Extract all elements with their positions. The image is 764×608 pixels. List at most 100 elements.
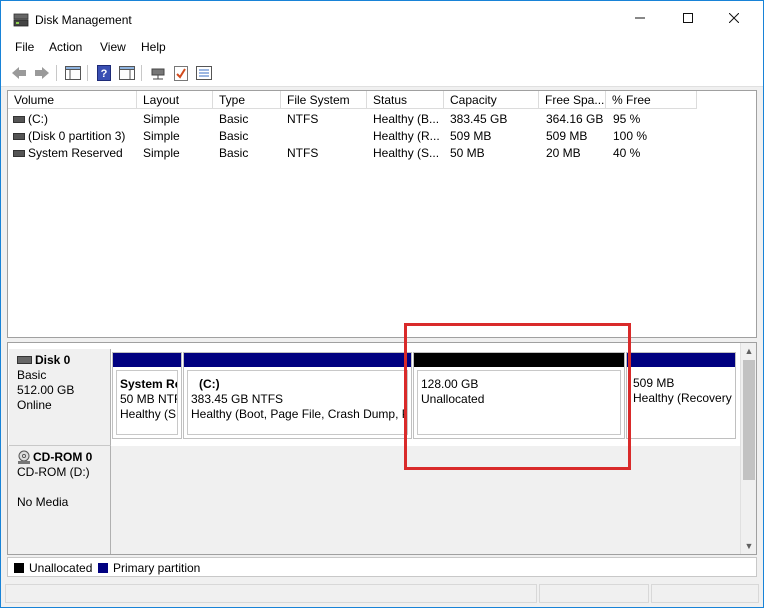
- minimize-button[interactable]: [617, 1, 663, 35]
- hard-disk-icon: [17, 356, 32, 364]
- scroll-thumb[interactable]: [743, 360, 755, 480]
- partition-details: (C:) 383.45 GB NTFS Healthy (Boot, Page …: [187, 370, 408, 435]
- maximize-icon: [683, 13, 693, 23]
- volume-percent-free: 40 %: [613, 146, 641, 160]
- volume-layout: Simple: [143, 112, 180, 126]
- check-icon: [174, 66, 188, 81]
- svg-text:?: ?: [101, 68, 108, 80]
- minimize-icon: [635, 17, 645, 19]
- disk-0-type: Basic: [17, 368, 47, 382]
- partition-type-bar: [113, 353, 181, 367]
- legend-unallocated-swatch: [14, 563, 24, 573]
- window-title: Disk Management: [35, 13, 132, 27]
- menu-help[interactable]: Help: [141, 40, 166, 54]
- partition-status: Healthy (Boot, Page File, Crash Dump, Pr: [191, 407, 408, 421]
- volume-drive-icon: [13, 116, 25, 123]
- partition-status: Healthy (S: [120, 407, 177, 421]
- legend-primary-label: Primary partition: [113, 561, 201, 575]
- menu-file[interactable]: File: [15, 40, 34, 54]
- partition-type-bar: [184, 353, 411, 367]
- check-button[interactable]: [172, 64, 190, 82]
- title-bar[interactable]: Disk Management: [1, 1, 763, 35]
- partition-status: Healthy (Recovery: [633, 391, 732, 405]
- partition-c-drive[interactable]: (C:) 383.45 GB NTFS Healthy (Boot, Page …: [183, 352, 412, 439]
- partition-recovery[interactable]: 509 MB Healthy (Recovery: [626, 352, 736, 439]
- column-header-free-space[interactable]: Free Spa...: [539, 91, 606, 109]
- partition-details: System Re 50 MB NTF Healthy (S: [116, 370, 178, 435]
- toolbar: ?: [1, 59, 763, 87]
- menu-action[interactable]: Action: [49, 40, 82, 54]
- partition-size: 50 MB NTF: [120, 392, 178, 406]
- column-header-capacity[interactable]: Capacity: [444, 91, 539, 109]
- volume-capacity: 383.45 GB: [450, 112, 508, 126]
- volume-free-space: 509 MB: [546, 129, 588, 143]
- menu-view[interactable]: View: [100, 40, 126, 54]
- disk-0-label[interactable]: Disk 0 Basic 512.00 GB Online: [9, 349, 111, 446]
- volume-drive-icon: [13, 150, 25, 157]
- connect-icon: [151, 68, 165, 80]
- status-cell: [651, 584, 759, 603]
- scroll-down-icon[interactable]: ▼: [741, 538, 757, 554]
- toolbar-separator: [56, 65, 57, 81]
- close-icon: [729, 13, 739, 23]
- help-button[interactable]: ?: [95, 64, 113, 82]
- volume-drive-icon: [13, 133, 25, 140]
- volume-row[interactable]: (Disk 0 partition 3) Simple Basic Health…: [8, 128, 756, 145]
- volume-percent-free: 100 %: [613, 129, 648, 143]
- volume-status: Healthy (R...: [373, 129, 440, 143]
- status-cell: [539, 584, 649, 603]
- maximize-button[interactable]: [665, 1, 711, 35]
- volume-status: Healthy (B...: [373, 112, 440, 126]
- status-bar: [1, 581, 763, 607]
- disk-0-name: Disk 0: [35, 353, 71, 367]
- forward-button[interactable]: [33, 64, 51, 82]
- volume-layout: Simple: [143, 146, 180, 160]
- volume-type: Basic: [219, 146, 249, 160]
- show-hide-action-pane-button[interactable]: [118, 64, 136, 82]
- volume-file-system: NTFS: [287, 146, 319, 160]
- column-header-type[interactable]: Type: [213, 91, 281, 109]
- volume-row[interactable]: (C:) Simple Basic NTFS Healthy (B... 383…: [8, 111, 756, 128]
- forward-arrow-icon: [35, 67, 49, 79]
- disk-management-window: Disk Management File Action View Help ?: [0, 0, 764, 608]
- back-button[interactable]: [10, 64, 28, 82]
- show-hide-console-tree-button[interactable]: [64, 64, 82, 82]
- cd-rom-icon: [18, 450, 30, 464]
- cdrom-0-label[interactable]: CD-ROM 0 CD-ROM (D:) No Media: [9, 446, 111, 554]
- partition-title: (C:): [199, 377, 220, 391]
- disk-0-state: Online: [17, 398, 52, 412]
- volume-capacity: 50 MB: [450, 146, 485, 160]
- volume-list-pane[interactable]: Volume Layout Type File System Status Ca…: [7, 90, 757, 338]
- volume-name: (C:): [28, 112, 48, 126]
- menu-bar: File Action View Help: [1, 35, 763, 59]
- volume-free-space: 364.16 GB: [546, 112, 604, 126]
- disk-map-pane: Disk 0 Basic 512.00 GB Online System Re …: [7, 342, 757, 555]
- volume-capacity: 509 MB: [450, 129, 492, 143]
- close-button[interactable]: [711, 1, 757, 35]
- column-header-status[interactable]: Status: [367, 91, 444, 109]
- disk-pane-scrollbar[interactable]: ▲ ▼: [740, 343, 756, 554]
- toolbar-separator: [87, 65, 88, 81]
- toolbar-separator: [141, 65, 142, 81]
- volume-type: Basic: [219, 112, 249, 126]
- column-header-percent-free[interactable]: % Free: [606, 91, 697, 109]
- scroll-up-icon[interactable]: ▲: [741, 343, 757, 359]
- console-tree-icon: [65, 66, 81, 80]
- help-icon: ?: [97, 65, 111, 81]
- partition-size: 509 MB: [633, 376, 675, 390]
- volume-status: Healthy (S...: [373, 146, 440, 160]
- cdrom-0-drive: CD-ROM (D:): [17, 465, 90, 479]
- partition-title: System Re: [120, 377, 178, 391]
- partition-details: 509 MB Healthy (Recovery: [630, 370, 732, 435]
- connect-button[interactable]: [149, 64, 167, 82]
- column-header-volume[interactable]: Volume: [8, 91, 137, 109]
- status-cell: [5, 584, 537, 603]
- volume-free-space: 20 MB: [546, 146, 581, 160]
- partition-system-reserved[interactable]: System Re 50 MB NTF Healthy (S: [112, 352, 182, 439]
- column-header-file-system[interactable]: File System: [281, 91, 367, 109]
- disk-management-app-icon: [13, 13, 29, 27]
- settings-list-button[interactable]: [195, 64, 213, 82]
- volume-row[interactable]: System Reserved Simple Basic NTFS Health…: [8, 145, 756, 162]
- column-header-layout[interactable]: Layout: [137, 91, 213, 109]
- settings-list-icon: [196, 66, 212, 80]
